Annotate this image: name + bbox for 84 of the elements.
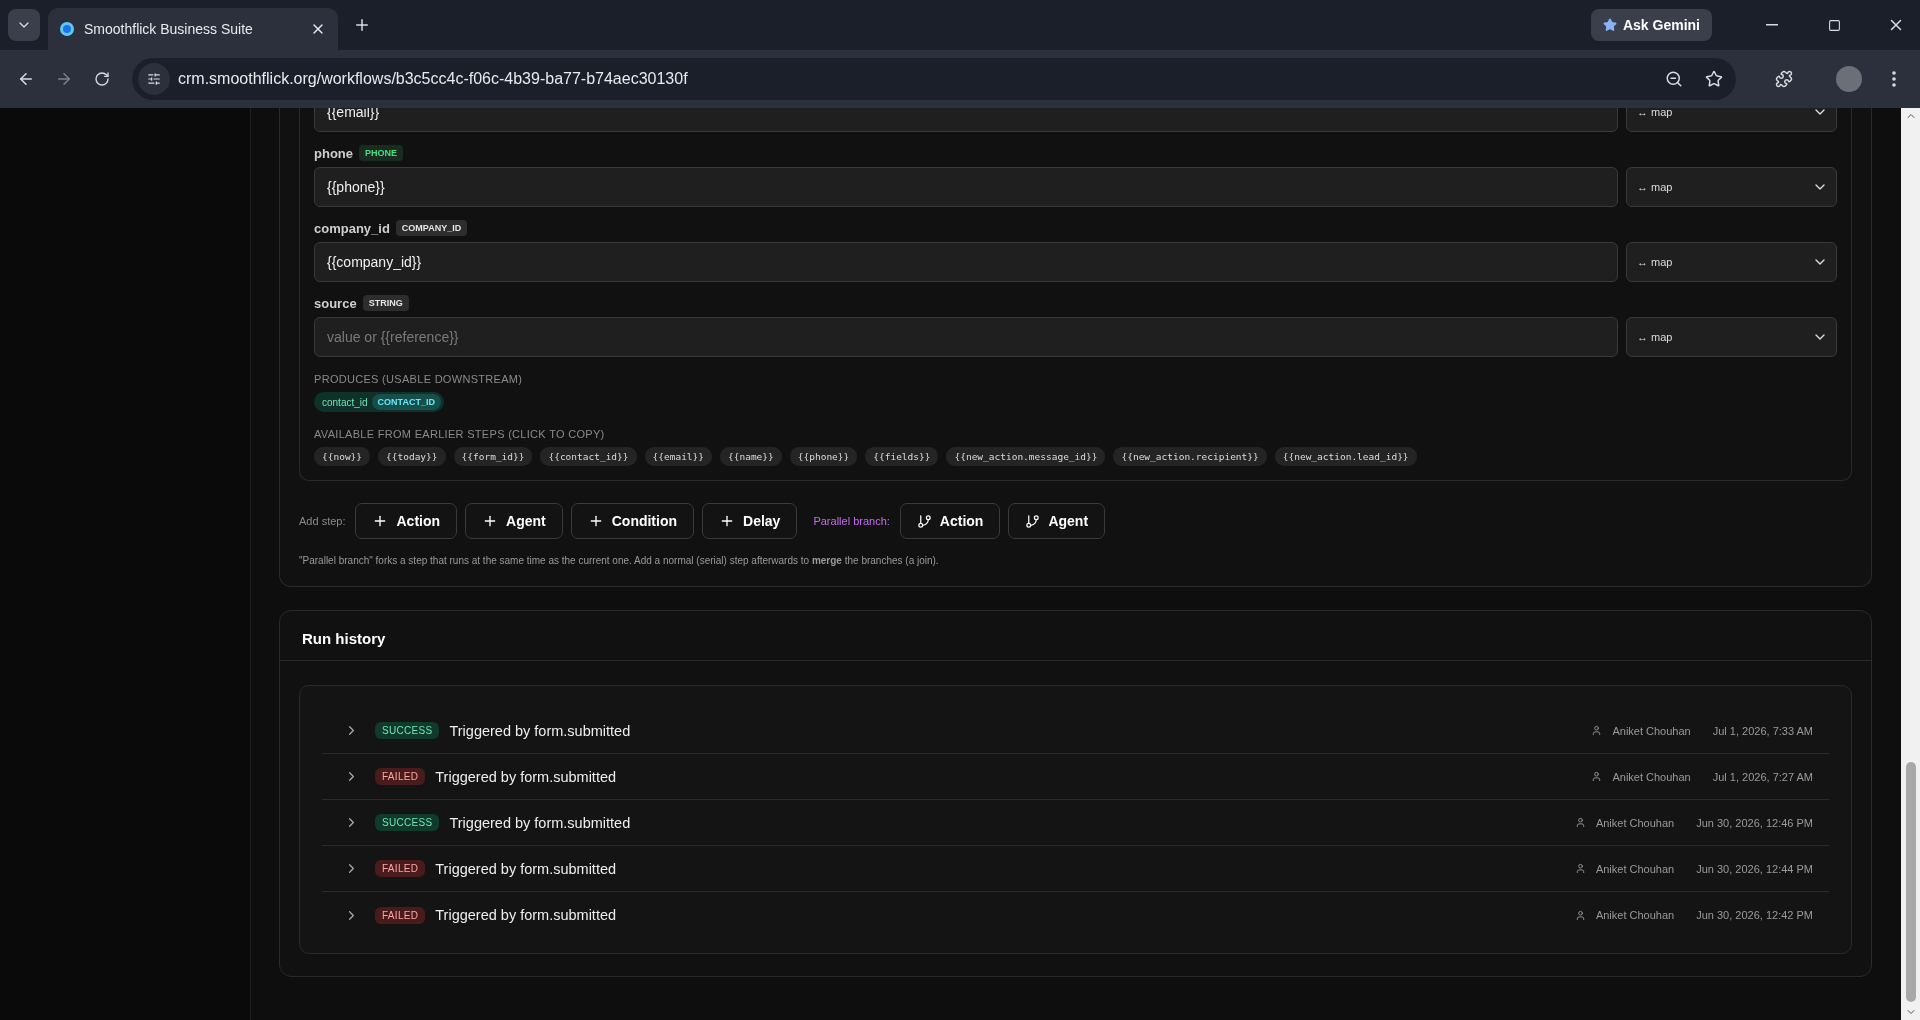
add-step-button[interactable]: Delay <box>702 503 798 539</box>
site-icon <box>60 22 74 36</box>
parallel-branch-button[interactable]: Action <box>899 503 1001 539</box>
restore-icon <box>1827 18 1841 32</box>
input-field[interactable]: value or {{reference}} <box>314 317 1618 357</box>
add-step-button[interactable]: Condition <box>570 503 695 539</box>
status-badge: FAILED <box>375 860 426 877</box>
add-step-button[interactable]: Action <box>355 503 458 539</box>
status-badge: SUCCESS <box>375 814 440 831</box>
run-time: Jun 30, 2026, 12:42 PM <box>1696 909 1813 921</box>
run-trigger: Triggered by form.submitted <box>449 722 632 739</box>
help-text: "Parallel branch" forks a step that runs at the same time as the current one. Add a normal (serial) step afterwards to merge the branches (a join). <box>299 555 940 566</box>
section-label: AVAILABLE FROM EARLIER STEPS (CLICK TO COPY) <box>314 428 606 440</box>
sliders-icon <box>147 72 161 86</box>
variable-chip[interactable]: {{today}} <box>378 447 446 466</box>
section-title: Run history <box>302 630 386 647</box>
status-badge: FAILED <box>375 768 426 785</box>
plus-icon <box>353 16 371 34</box>
map-select[interactable]: ↔ map <box>1626 242 1837 282</box>
variable-chip[interactable]: {{new_action.lead_id}} <box>1274 447 1417 466</box>
parallel-branch-label: Parallel branch: <box>813 515 890 527</box>
run-user: Aniket Chouhan <box>1595 816 1675 829</box>
run-trigger: Triggered by form.submitted <box>435 907 618 923</box>
variable-chip[interactable]: {{fields}} <box>865 447 939 466</box>
variable-chip[interactable]: {{form_id}} <box>453 447 533 466</box>
run-trigger: Triggered by form.submitted <box>435 860 618 877</box>
tab-list-button[interactable] <box>8 9 40 41</box>
user-icon <box>1591 771 1603 782</box>
run-time: Jul 1, 2026, 7:27 AM <box>1712 770 1813 783</box>
type-tag: COMPANY_ID <box>395 220 468 236</box>
type-tag: STRING <box>362 295 409 311</box>
run-time: Jun 30, 2026, 12:46 PM <box>1696 816 1813 829</box>
field-label: source <box>314 295 357 311</box>
profile-avatar[interactable] <box>1836 66 1862 92</box>
variable-chip[interactable]: {{name}} <box>720 447 782 466</box>
scroll-thumb[interactable] <box>1905 762 1916 1002</box>
run-user: Aniket Chouhan <box>1595 862 1675 875</box>
add-step-label: Add step: <box>299 515 346 527</box>
variable-chip[interactable]: {{contact_id}} <box>540 447 637 466</box>
star-icon <box>1705 70 1723 88</box>
run-user: Aniket Chouhan <box>1612 770 1691 783</box>
site-settings-button[interactable] <box>138 63 170 95</box>
user-icon <box>1591 725 1603 736</box>
browser-tab[interactable]: Smoothflick Business Suite <box>48 8 338 50</box>
run-user: Aniket Chouhan <box>1612 724 1691 737</box>
variable-chip[interactable]: {{new_action.recipient}} <box>1113 447 1267 466</box>
field-label: company_id <box>314 220 390 236</box>
variable-chip[interactable]: {{now}} <box>314 447 371 466</box>
run-time: Jul 1, 2026, 7:33 AM <box>1712 724 1813 737</box>
add-step-button[interactable]: Agent <box>465 503 563 539</box>
type-tag: PHONE <box>359 145 403 161</box>
user-icon <box>1574 863 1586 874</box>
type-tag: CONTACT_ID <box>371 394 441 410</box>
scrollbar[interactable] <box>1901 108 1920 1020</box>
run-time: Jun 30, 2026, 12:44 PM <box>1696 862 1813 875</box>
field-label: phone <box>314 145 353 161</box>
run-trigger: Triggered by form.submitted <box>435 768 618 785</box>
output-name: contact_id <box>322 396 368 408</box>
input-field[interactable]: {{phone}} <box>314 167 1618 207</box>
branch-icon <box>1025 513 1041 529</box>
ask-gemini-button[interactable]: Ask Gemini <box>1590 9 1712 41</box>
map-select[interactable]: ↔ map <box>1626 317 1837 357</box>
forward-arrow-icon <box>55 70 73 88</box>
status-badge: SUCCESS <box>375 722 440 739</box>
map-select[interactable]: ↔ map <box>1626 108 1837 132</box>
puzzle-icon <box>1775 70 1793 88</box>
variable-chip[interactable]: {{email}} <box>644 447 712 466</box>
section-label: PRODUCES (USABLE DOWNSTREAM) <box>314 373 524 385</box>
parallel-branch-button[interactable]: Agent <box>1008 503 1106 539</box>
user-icon <box>1574 817 1586 828</box>
user-icon <box>1574 909 1586 921</box>
branch-icon <box>916 513 932 529</box>
variable-chip[interactable]: {{new_action.message_id}} <box>946 447 1106 466</box>
menu-icon <box>1892 71 1896 87</box>
variable-chip[interactable]: {{phone}} <box>789 447 858 466</box>
status-badge: FAILED <box>375 906 426 924</box>
map-select[interactable]: ↔ map <box>1626 167 1837 207</box>
zoom-out-icon <box>1665 70 1683 88</box>
minimize-icon <box>1766 24 1778 26</box>
input-field[interactable]: {{company_id}} <box>314 242 1618 282</box>
run-user: Aniket Chouhan <box>1595 909 1675 921</box>
run-trigger: Triggered by form.submitted <box>449 814 632 831</box>
address-bar[interactable]: crm.smoothflick.org/workflows/b3c5cc4c-f06c-4b39-ba77-b74aec30130f <box>132 58 1736 100</box>
reload-icon <box>94 71 110 87</box>
